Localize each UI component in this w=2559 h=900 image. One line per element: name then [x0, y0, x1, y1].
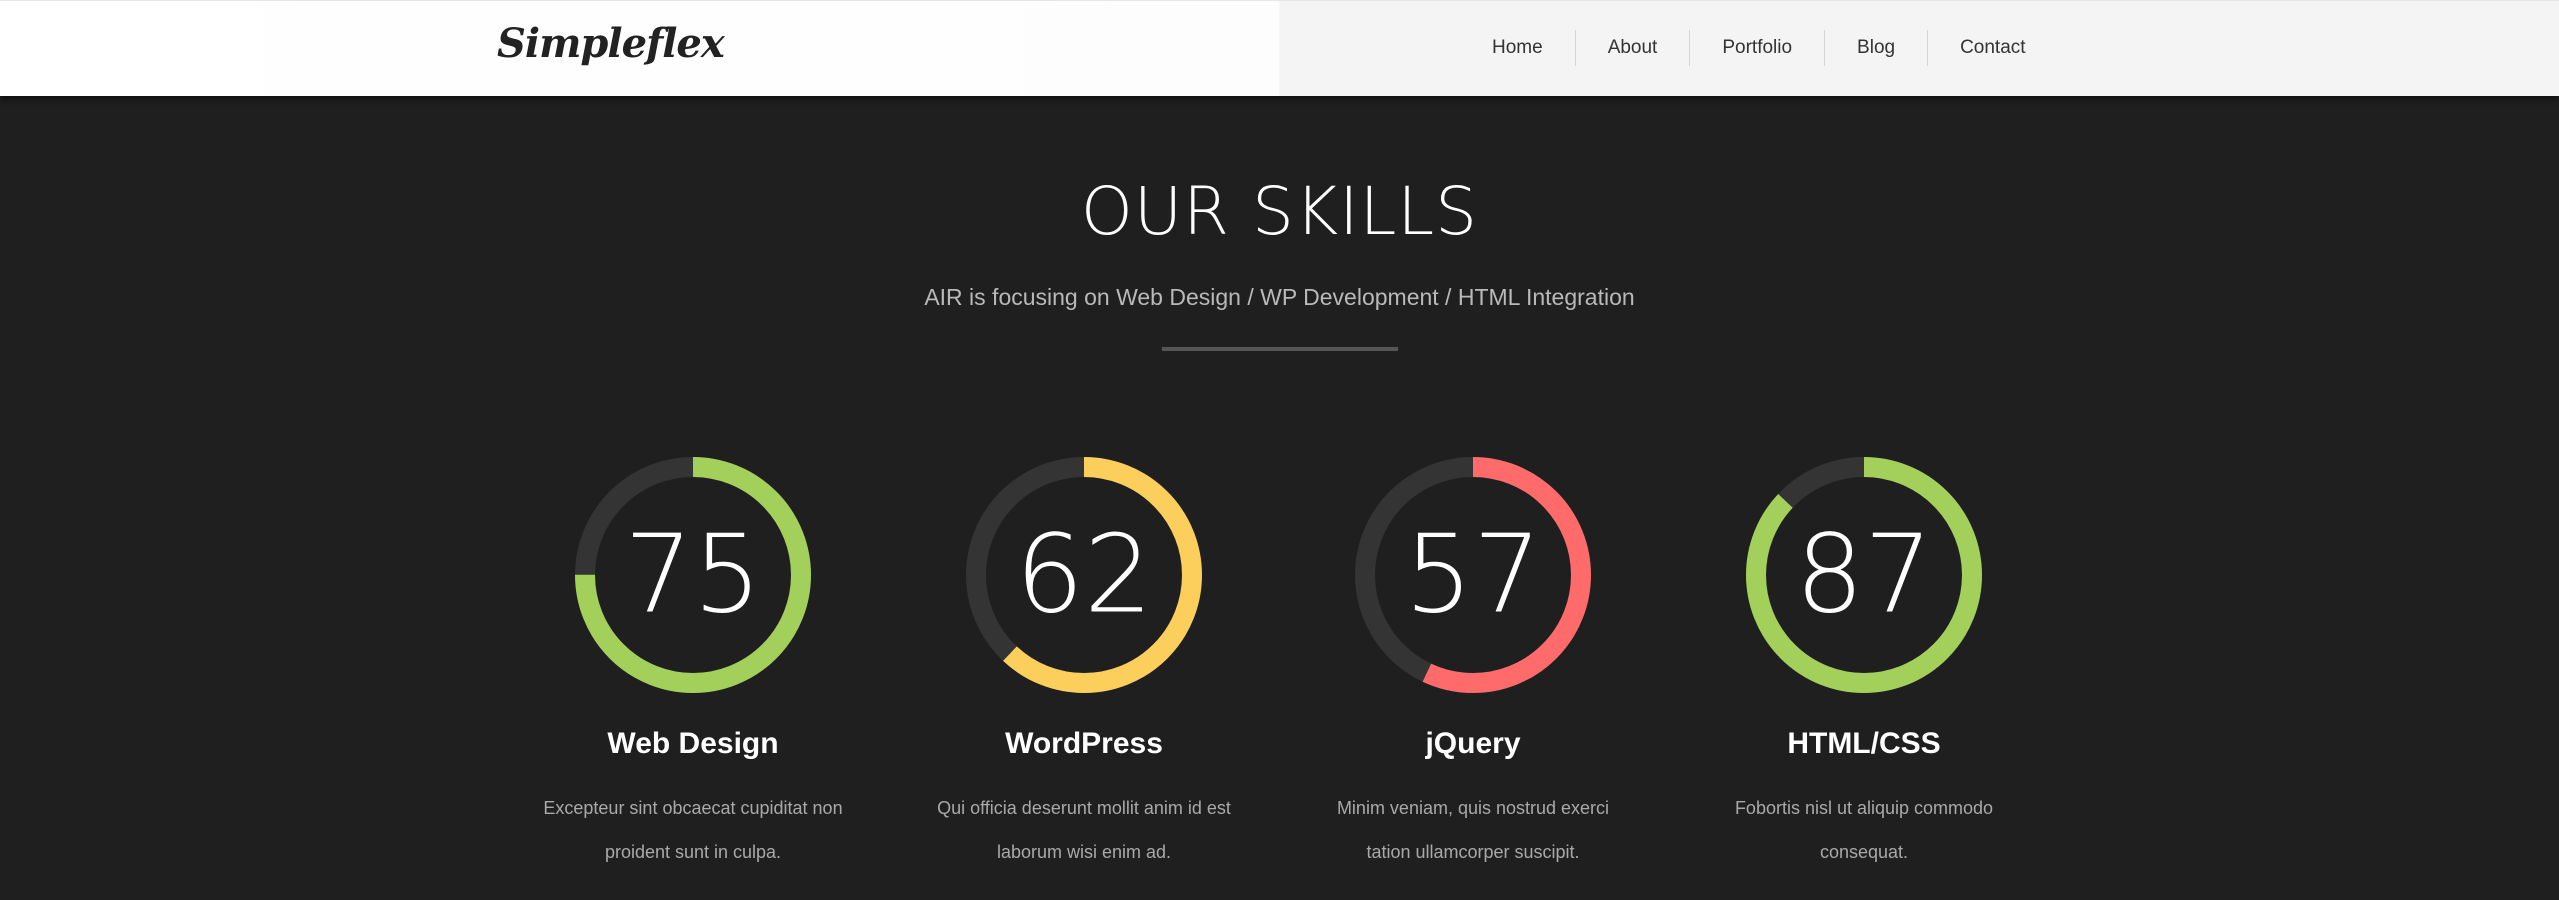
nav-contact[interactable]: Contact	[1927, 30, 2057, 66]
skill-description-line: laborum wisi enim ad.	[996, 842, 1172, 862]
nav-about[interactable]: About	[1574, 30, 1690, 66]
section-divider	[1162, 347, 1398, 351]
nav-portfolio[interactable]: Portfolio	[1689, 30, 1824, 66]
site-logo[interactable]: Simpleflex	[497, 14, 725, 74]
skill-card-html-css: 87 HTML/CSS Fobortis nisl ut aliquip com…	[1669, 450, 2059, 874]
skill-ring: 57	[1355, 457, 1591, 693]
skill-ring: 87	[1746, 457, 1982, 693]
skill-description: Fobortis nisl ut aliquip commodo consequ…	[1669, 786, 2059, 874]
skill-description-line: Fobortis nisl ut aliquip commodo	[1734, 798, 1994, 818]
skill-card-wordpress: 62 WordPress Qui officia deserunt mollit…	[889, 450, 1279, 874]
skill-description: Excepteur sint obcaecat cupiditat non pr…	[498, 786, 888, 874]
skill-name: WordPress	[1005, 727, 1163, 760]
skill-name: Web Design	[607, 727, 779, 760]
skill-description: Minim veniam, quis nostrud exerci tation…	[1278, 786, 1668, 874]
skill-percent-value: 87	[1795, 513, 1932, 638]
skill-description-line: tation ullamcorper suscipit.	[1366, 842, 1580, 862]
skill-name: HTML/CSS	[1787, 727, 1941, 760]
section-subtitle: AIR is focusing on Web Design / WP Devel…	[924, 284, 1635, 310]
section-title: OUR SKILLS	[1080, 173, 1479, 250]
skill-card-web-design: 75 Web Design Excepteur sint obcaecat cu…	[498, 450, 888, 874]
skill-description-line: proident sunt in culpa.	[604, 842, 782, 862]
skill-name: jQuery	[1425, 727, 1521, 760]
skill-percent-value: 62	[1015, 513, 1152, 638]
skill-percent-value: 75	[624, 513, 761, 638]
skill-description-line: consequat.	[1819, 842, 1909, 862]
skill-description-line: Excepteur sint obcaecat cupiditat non	[543, 798, 843, 818]
nav-blog[interactable]: Blog	[1824, 30, 1927, 66]
nav-home[interactable]: Home	[1460, 30, 1575, 66]
skill-description-line: Qui officia deserunt mollit anim id est	[937, 798, 1231, 818]
site-header: Simpleflex Home About Portfolio Blog Con…	[0, 0, 2559, 96]
skill-description: Qui officia deserunt mollit anim id est …	[889, 786, 1279, 874]
skill-ring: 75	[575, 457, 811, 693]
skill-card-jquery: 57 jQuery Minim veniam, quis nostrud exe…	[1278, 450, 1668, 874]
skill-percent-value: 57	[1404, 513, 1541, 638]
skill-description-line: Minim veniam, quis nostrud exerci	[1336, 798, 1610, 818]
skill-ring: 62	[966, 457, 1202, 693]
header-top-border	[0, 0, 2559, 1]
main-nav: Home About Portfolio Blog Contact	[1460, 30, 2058, 66]
